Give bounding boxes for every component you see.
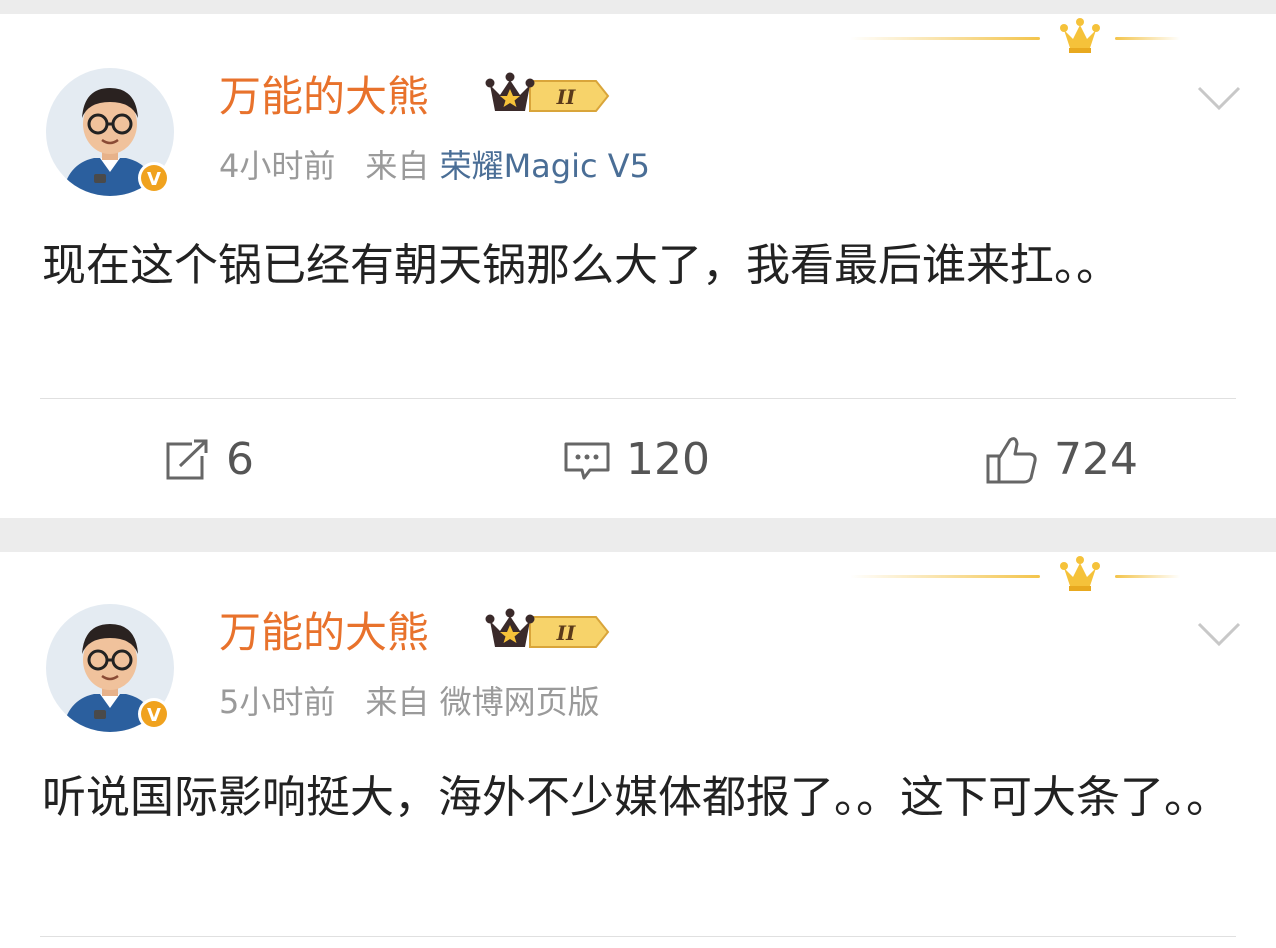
post-time: 4小时前: [219, 147, 336, 185]
post-meta: 5小时前 来自 微博网页版: [219, 686, 600, 718]
post-meta: 4小时前 来自 荣耀Magic V5: [219, 150, 650, 182]
divider: [40, 398, 1236, 399]
like-button[interactable]: 724: [984, 428, 1138, 492]
post-time: 5小时前: [219, 683, 336, 721]
username[interactable]: 万能的大熊: [219, 612, 429, 654]
comment-icon: [564, 442, 610, 480]
chevron-down-icon[interactable]: [1195, 84, 1243, 112]
avatar[interactable]: V: [44, 602, 176, 734]
repost-count: 6: [226, 434, 254, 485]
chevron-down-icon[interactable]: [1195, 620, 1243, 648]
comment-button[interactable]: 120: [562, 428, 710, 492]
post-card[interactable]: V 万能的大熊 II 4小时前 来自 荣耀Magic V5 现在这个锅已经有朝天锅…: [0, 14, 1276, 518]
repost-button[interactable]: 6: [162, 428, 254, 492]
member-level-badge[interactable]: II: [484, 71, 614, 121]
source-prefix: 来自: [365, 147, 430, 185]
post-text[interactable]: 听说国际影响挺大，海外不少媒体都报了。。这下可大条了。。: [42, 756, 1232, 840]
svg-text:II: II: [556, 621, 576, 645]
member-decoration: [830, 18, 1250, 70]
svg-text:V: V: [147, 705, 161, 726]
post-card[interactable]: V 万能的大熊 II 5小时前 来自 微博网页版 听说国际影响挺大，海外不少媒体都…: [0, 552, 1276, 948]
source-link[interactable]: 荣耀Magic V5: [440, 147, 650, 185]
source-label: 微博网页版: [439, 683, 600, 721]
like-count: 724: [1054, 434, 1138, 485]
source-prefix: 来自: [365, 683, 430, 721]
divider: [40, 936, 1236, 937]
crown-icon: [1060, 18, 1100, 53]
member-decoration: [830, 556, 1250, 608]
svg-text:II: II: [556, 85, 576, 109]
thumbs-up-icon: [986, 437, 1037, 484]
svg-text:V: V: [147, 169, 161, 190]
member-level-badge[interactable]: II: [484, 607, 614, 657]
username[interactable]: 万能的大熊: [219, 76, 429, 118]
repost-icon: [166, 439, 208, 480]
crown-icon: [1060, 556, 1100, 591]
crown-icon: [485, 608, 535, 647]
avatar[interactable]: V: [44, 66, 176, 198]
crown-icon: [485, 72, 535, 111]
comment-count: 120: [626, 434, 710, 485]
post-text[interactable]: 现在这个锅已经有朝天锅那么大了，我看最后谁来扛。。: [42, 224, 1232, 308]
